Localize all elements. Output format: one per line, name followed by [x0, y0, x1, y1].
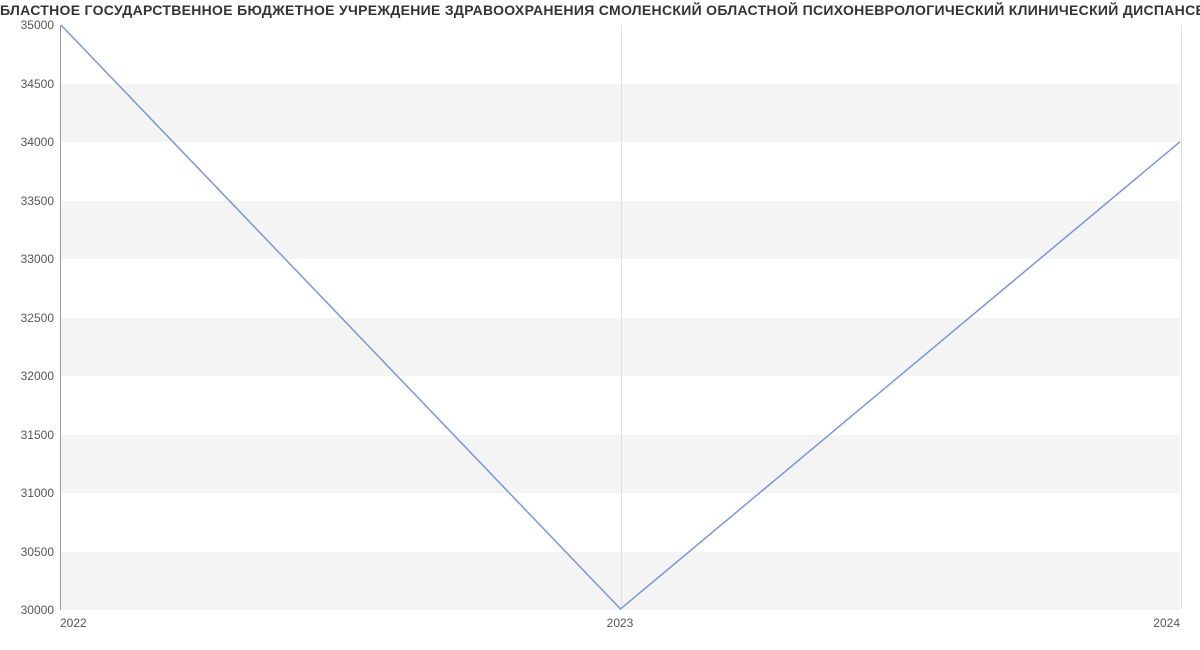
x-tick-label: 2022 — [60, 616, 87, 630]
y-tick-label: 32000 — [4, 369, 54, 383]
y-tick-label: 35000 — [4, 18, 54, 32]
x-tick-label: 2024 — [1153, 616, 1180, 630]
y-tick-label: 33000 — [4, 252, 54, 266]
y-tick-label: 33500 — [4, 194, 54, 208]
x-tick-label: 2023 — [607, 616, 634, 630]
y-tick-label: 31500 — [4, 428, 54, 442]
y-tick-label: 32500 — [4, 311, 54, 325]
plot-area — [60, 25, 1180, 610]
chart-title: БЛАСТНОЕ ГОСУДАРСТВЕННОЕ БЮДЖЕТНОЕ УЧРЕЖ… — [0, 0, 1200, 20]
y-tick-label: 30500 — [4, 545, 54, 559]
chart-container: БЛАСТНОЕ ГОСУДАРСТВЕННОЕ БЮДЖЕТНОЕ УЧРЕЖ… — [0, 0, 1200, 650]
y-tick-label: 30000 — [4, 603, 54, 617]
y-tick-label: 34000 — [4, 135, 54, 149]
y-tick-label: 34500 — [4, 77, 54, 91]
data-line — [61, 25, 1180, 609]
line-series — [61, 25, 1180, 609]
y-tick-label: 31000 — [4, 486, 54, 500]
v-gridline — [1181, 25, 1182, 609]
